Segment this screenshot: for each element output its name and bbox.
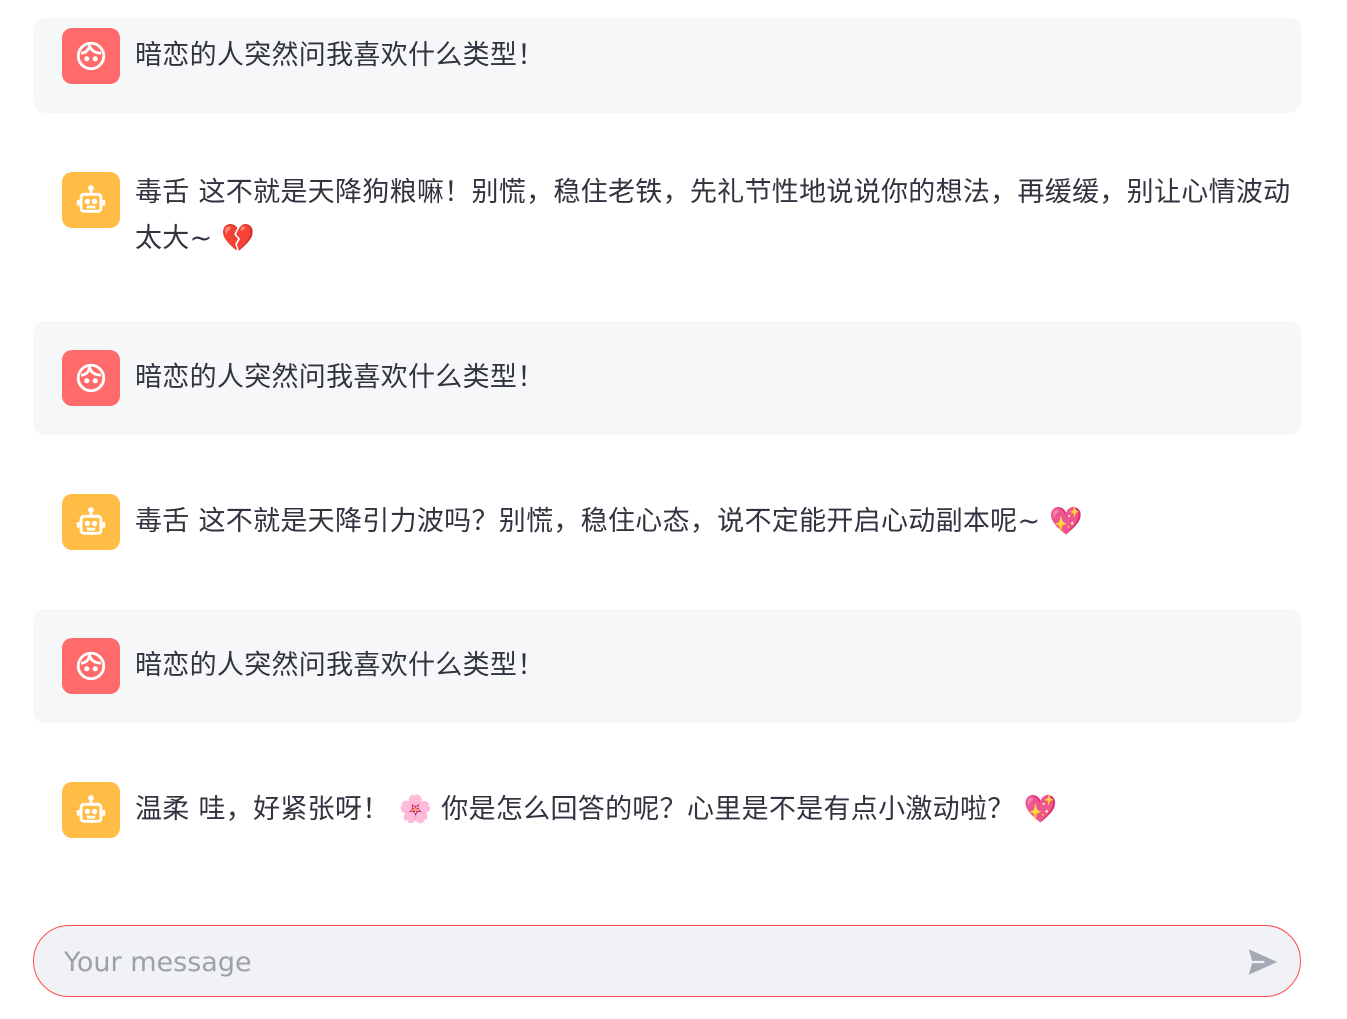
- assistant-avatar: [62, 782, 120, 838]
- message-text: 毒舌 这不就是天降引力波吗？别慌，稳住心态，说不定能开启心动副本呢~ 💖: [135, 506, 1084, 537]
- chat-message-user: 暗恋的人突然问我喜欢什么类型！: [33, 18, 1301, 113]
- user-avatar: [62, 350, 120, 406]
- chat-message-assistant: 毒舌 这不就是天降引力波吗？别慌，稳住心态，说不定能开启心动副本呢~ 💖: [33, 465, 1301, 579]
- send-icon: [1248, 949, 1278, 975]
- smiley-face-icon: [76, 41, 106, 71]
- smiley-face-icon: [76, 651, 106, 681]
- user-avatar: [62, 28, 120, 84]
- message-text: 暗恋的人突然问我喜欢什么类型！: [135, 650, 545, 681]
- robot-icon: [76, 185, 106, 213]
- assistant-avatar: [62, 494, 120, 550]
- robot-icon: [76, 795, 106, 823]
- chat-message-assistant: 温柔 哇，好紧张呀！ 🌸 你是怎么回答的呢？心里是不是有点小激动啦？ 💖: [33, 753, 1301, 867]
- chat-message-user: 暗恋的人突然问我喜欢什么类型！: [33, 321, 1301, 435]
- message-text: 温柔 哇，好紧张呀！ 🌸 你是怎么回答的呢？心里是不是有点小激动啦？ 💖: [135, 794, 1058, 825]
- send-button[interactable]: [1244, 944, 1282, 980]
- message-text: 暗恋的人突然问我喜欢什么类型！: [135, 362, 545, 393]
- chat-message-assistant: 毒舌 这不就是天降狗粮嘛！别慌，稳住老铁，先礼节性地说说你的想法，再缓缓，别让心…: [33, 150, 1301, 280]
- chat-input-container: [33, 925, 1301, 998]
- robot-icon: [76, 507, 106, 535]
- smiley-face-icon: [76, 363, 106, 393]
- assistant-avatar: [62, 172, 120, 228]
- user-avatar: [62, 638, 120, 694]
- message-text: 毒舌 这不就是天降狗粮嘛！别慌，稳住老铁，先礼节性地说说你的想法，再缓缓，别让心…: [135, 177, 1291, 254]
- chat-message-input[interactable]: [62, 926, 1220, 998]
- chat-message-user: 暗恋的人突然问我喜欢什么类型！: [33, 609, 1301, 723]
- message-text: 暗恋的人突然问我喜欢什么类型！: [135, 40, 545, 71]
